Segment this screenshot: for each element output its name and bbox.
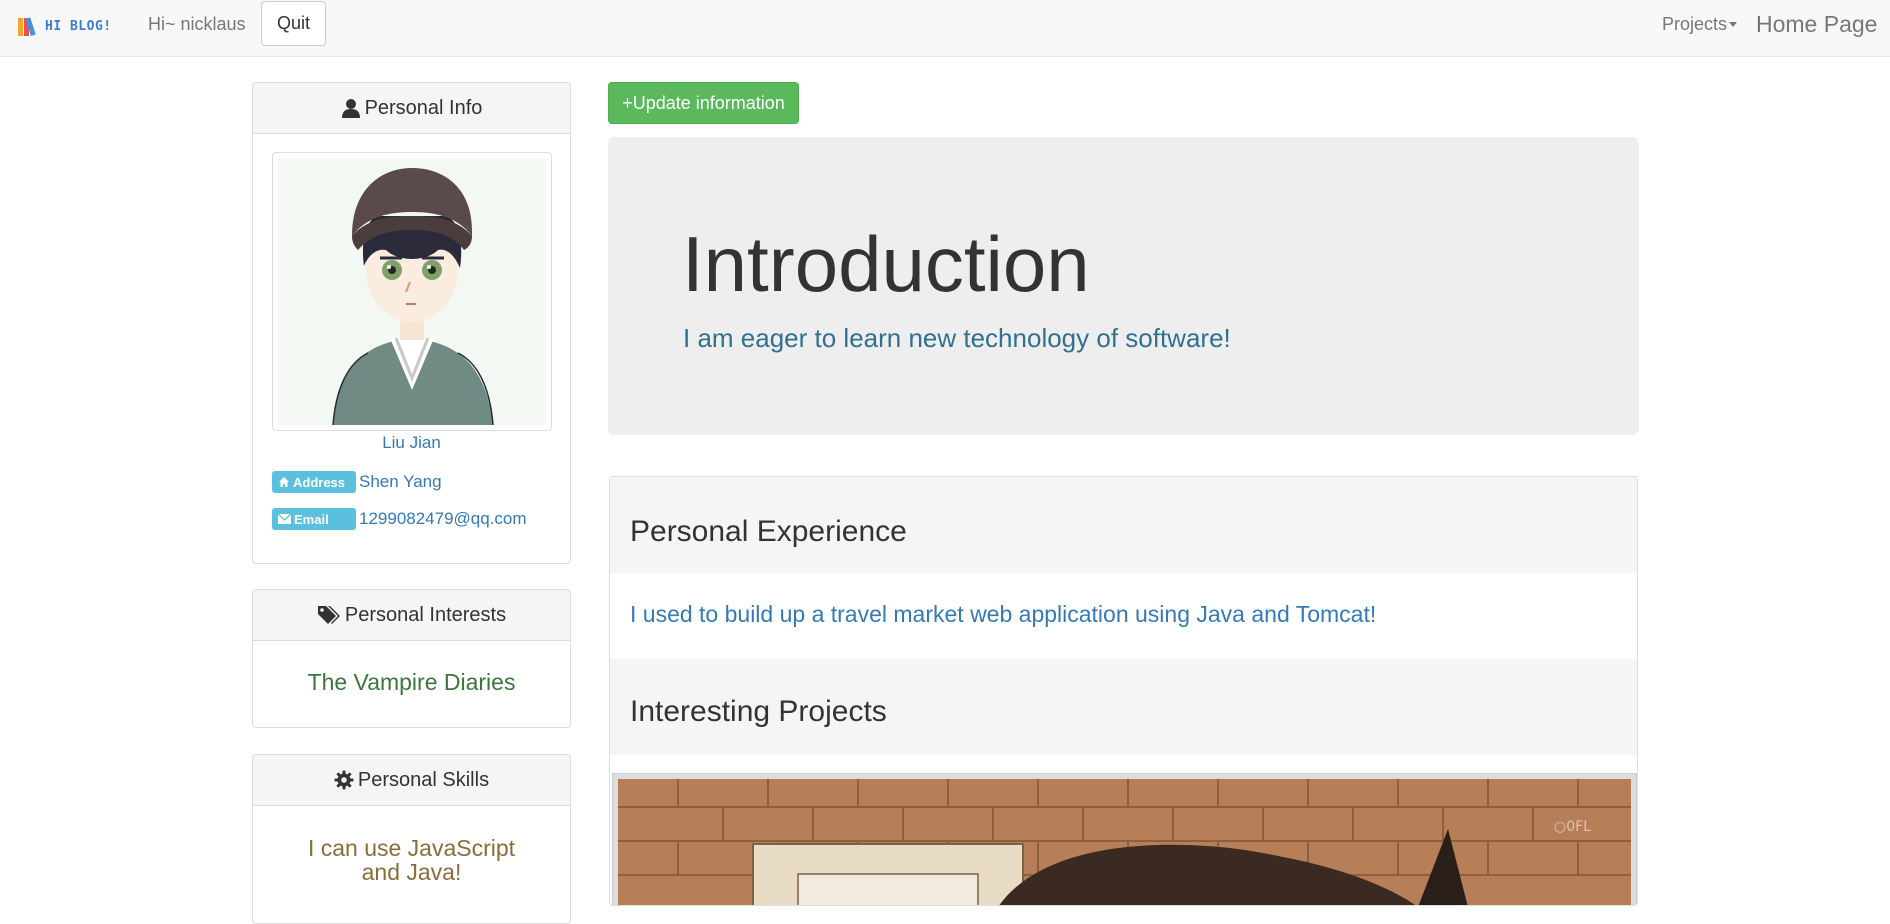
email-value: 1299082479@qq.com <box>359 509 527 528</box>
project-image-frame: ○0FL <box>612 773 1637 905</box>
personal-info-heading: Personal Info <box>253 83 570 134</box>
user-greeting: Hi~ nicklaus <box>148 14 246 34</box>
personal-interests-panel: Personal Interests The Vampire Diaries <box>252 589 571 728</box>
envelope-icon <box>278 514 291 524</box>
personal-info-title: Personal Info <box>364 96 483 119</box>
experience-heading-row: Personal Experience <box>610 477 1637 573</box>
experience-heading: Personal Experience <box>630 515 907 548</box>
profile-sections-list: Personal Experience I used to build up a… <box>609 476 1638 906</box>
tags-icon <box>317 606 340 624</box>
projects-heading: Interesting Projects <box>630 695 887 728</box>
home-page-link[interactable]: Home Page <box>1756 11 1877 38</box>
interests-text: The Vampire Diaries <box>307 669 516 695</box>
address-badge: Address <box>272 471 356 493</box>
profile-name: Liu Jian <box>382 433 441 452</box>
projects-heading-row: Interesting Projects <box>610 659 1637 755</box>
email-row: Email 1299082479@qq.com <box>272 508 527 530</box>
avatar-image <box>278 158 546 425</box>
experience-text: I used to build up a travel market web a… <box>630 601 1377 627</box>
personal-interests-title: Personal Interests <box>344 603 507 626</box>
quit-button[interactable]: Quit <box>261 1 326 46</box>
personal-skills-title: Personal Skills <box>357 768 490 791</box>
brand-logo-text: HI BLOG! <box>45 18 112 34</box>
update-information-button[interactable]: +Update information <box>608 82 799 124</box>
caret-down-icon <box>1729 22 1738 27</box>
introduction-subtitle: I am eager to learn new technology of so… <box>683 323 1231 353</box>
books-icon <box>18 16 40 36</box>
email-badge-label: Email <box>294 511 329 527</box>
personal-interests-heading: Personal Interests <box>253 590 570 641</box>
address-value: Shen Yang <box>359 472 442 491</box>
personal-info-panel: Personal Info Liu Jian Address Shen Yang… <box>252 82 571 564</box>
address-row: Address Shen Yang <box>272 471 442 493</box>
projects-dropdown-label: Projects <box>1662 14 1728 34</box>
project-image-watermark: ○0FL <box>1554 819 1591 835</box>
address-badge-label: Address <box>293 474 346 490</box>
top-navbar: HI BLOG! Hi~ nicklaus Quit Projects Home… <box>0 0 1890 57</box>
gear-icon <box>334 770 354 790</box>
avatar <box>272 152 552 431</box>
personal-skills-heading: Personal Skills <box>253 755 570 806</box>
introduction-jumbotron: Introduction I am eager to learn new tec… <box>608 137 1639 435</box>
user-icon <box>341 99 360 118</box>
introduction-title: Introduction <box>682 220 1090 308</box>
projects-dropdown[interactable]: Projects <box>1662 14 1738 35</box>
project-image: ○0FL <box>618 779 1631 905</box>
brand-logo[interactable]: HI BLOG! <box>18 14 112 38</box>
home-icon <box>279 477 289 487</box>
skills-text: I can use JavaScript and Java! <box>307 835 516 885</box>
email-badge: Email <box>272 508 356 530</box>
